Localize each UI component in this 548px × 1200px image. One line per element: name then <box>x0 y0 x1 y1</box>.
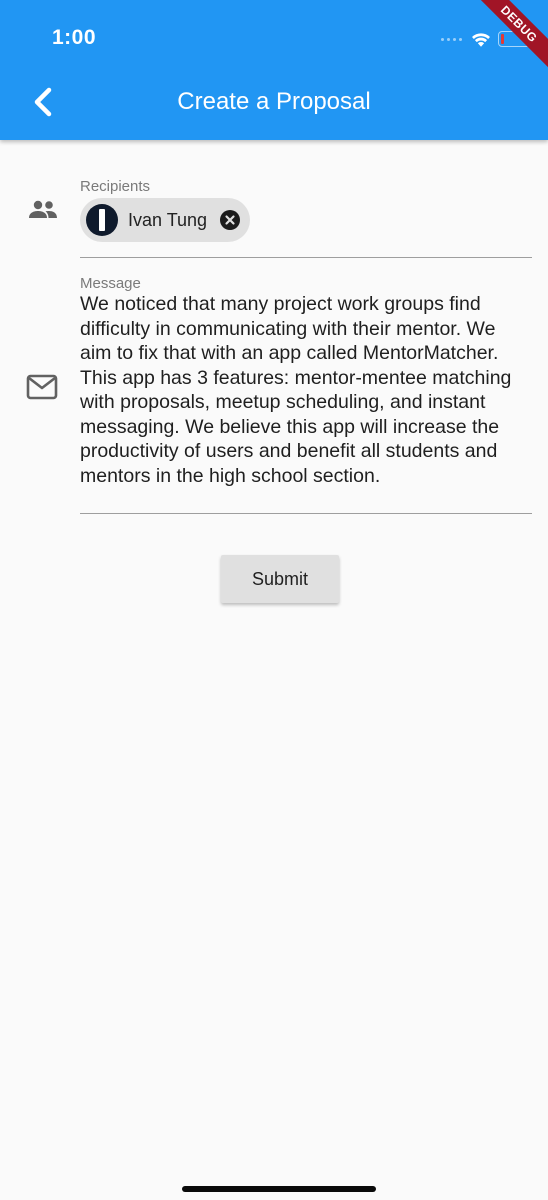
recipient-chip-label: Ivan Tung <box>128 209 208 230</box>
recipient-chip[interactable]: Ivan Tung <box>80 198 250 242</box>
message-field-underline <box>80 513 532 514</box>
home-indicator <box>182 1186 376 1192</box>
message-field[interactable]: We noticed that many project work groups… <box>80 292 532 488</box>
message-label: Message <box>80 275 141 292</box>
status-time: 1:00 <box>52 26 97 49</box>
avatar <box>86 204 118 236</box>
cancel-circle-icon[interactable] <box>220 210 240 230</box>
recipients-field-underline <box>80 257 532 258</box>
wifi-icon <box>472 33 490 47</box>
recipients-label: Recipients <box>80 178 151 195</box>
mail-outline-icon <box>26 374 58 400</box>
app-bar: 1:00 DEBUG Create a Proposal <box>0 0 548 140</box>
cellular-signal-icon <box>441 37 462 41</box>
submit-button[interactable]: Submit <box>221 555 339 603</box>
page-title: Create a Proposal <box>177 88 371 115</box>
people-icon <box>29 200 57 218</box>
